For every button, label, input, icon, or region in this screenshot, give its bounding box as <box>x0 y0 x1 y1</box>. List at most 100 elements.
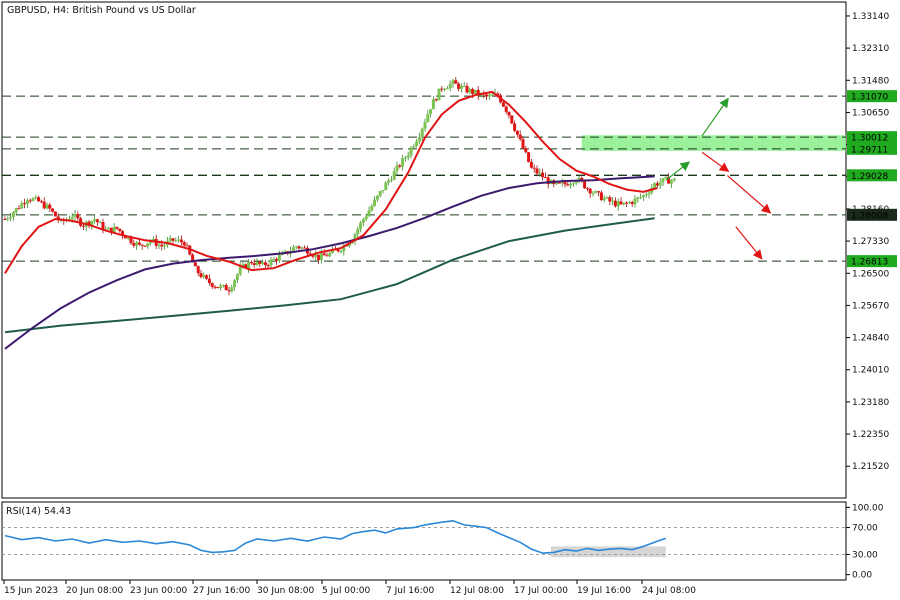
bear-candle <box>48 204 52 209</box>
bull-candle <box>247 262 251 269</box>
bear-candle <box>210 283 214 287</box>
bear-candle <box>566 184 570 186</box>
bear-candle <box>160 244 164 247</box>
bull-candle <box>653 183 657 188</box>
bear-candle <box>529 161 533 168</box>
bear-candle <box>37 197 41 202</box>
bear-candle <box>510 115 514 124</box>
bull-candle <box>647 192 651 195</box>
bear-candle <box>501 102 505 107</box>
bull-candle <box>636 197 640 199</box>
bull-candle <box>6 218 10 220</box>
bear-candle <box>543 177 547 179</box>
bull-candle <box>669 180 673 184</box>
bull-candle <box>403 157 407 159</box>
bear-candle <box>630 202 634 205</box>
bull-candle <box>490 94 494 96</box>
bull-candle <box>157 244 161 246</box>
price-tick-label: 1.32310 <box>852 44 889 54</box>
bull-candle <box>639 197 643 199</box>
bear-candle <box>585 188 589 190</box>
bull-candle <box>560 182 564 184</box>
bear-candle <box>51 208 55 212</box>
bull-candle <box>622 202 626 205</box>
bull-candle <box>174 240 178 242</box>
bull-candle <box>300 247 304 249</box>
bull-candle <box>269 259 273 266</box>
bull-candle <box>272 258 276 260</box>
bull-candle <box>9 217 13 219</box>
bull-candle <box>163 245 167 247</box>
price-tick-label: 1.33140 <box>852 12 889 22</box>
bull-candle <box>367 210 371 217</box>
bull-candle <box>261 262 265 264</box>
bull-candle <box>219 285 223 288</box>
level-label: 1.29711 <box>851 145 888 155</box>
bear-candle <box>224 284 228 291</box>
bear-candle <box>325 255 329 257</box>
bull-candle <box>538 172 542 174</box>
price-tick-label: 1.21520 <box>852 462 889 472</box>
bull-candle <box>644 194 648 196</box>
bull-candle <box>672 178 676 181</box>
bull-candle <box>616 201 620 207</box>
bull-candle <box>359 222 363 229</box>
bull-candle <box>429 109 433 115</box>
bull-candle <box>661 178 665 183</box>
bull-candle <box>378 191 382 196</box>
bull-candle <box>409 147 413 156</box>
bear-candle <box>275 258 279 261</box>
bull-candle <box>373 199 377 206</box>
chart: 1.331401.323101.314801.306501.298201.289… <box>1 1 897 596</box>
bull-candle <box>569 183 573 186</box>
bear-candle <box>23 203 27 205</box>
bull-candle <box>73 214 77 217</box>
bear-candle <box>597 191 601 193</box>
bear-candle <box>485 94 489 97</box>
bull-candle <box>591 192 595 194</box>
bear-candle <box>524 148 528 153</box>
bull-candle <box>664 176 668 179</box>
bear-candle <box>613 200 617 207</box>
bull-candle <box>555 182 559 185</box>
bear-candle <box>625 202 629 204</box>
price-tick-label: 1.24010 <box>852 366 889 376</box>
level-label: 1.29028 <box>851 172 888 182</box>
bull-candle <box>417 137 421 142</box>
chart-title: GBPUSD, H4: British Pound vs US Dollar <box>7 5 196 16</box>
rsi-label: RSI(14) 54.43 <box>6 506 71 517</box>
level-label: 1.31070 <box>851 93 888 103</box>
bull-candle <box>431 99 435 110</box>
rsi-tick-label: 0.00 <box>852 571 872 581</box>
bull-candle <box>392 171 396 180</box>
bull-candle <box>445 88 449 90</box>
bull-candle <box>202 275 206 278</box>
bull-candle <box>406 155 410 158</box>
bear-candle <box>535 168 539 174</box>
bear-candle <box>322 253 326 256</box>
bull-candle <box>238 266 242 275</box>
bear-candle <box>115 226 119 229</box>
bear-candle <box>527 152 531 162</box>
time-tick-label: 12 Jul 08:00 <box>450 586 504 596</box>
rsi-tick-label: 100.00 <box>852 503 884 513</box>
time-tick-label: 30 Jun 08:00 <box>257 586 314 596</box>
price-tick-label: 1.22350 <box>852 430 889 440</box>
bear-candle <box>17 208 21 210</box>
bull-candle <box>437 88 441 101</box>
bear-candle <box>454 80 458 84</box>
bull-candle <box>230 287 234 292</box>
price-tick-label: 1.27330 <box>852 237 889 247</box>
bull-candle <box>291 247 295 252</box>
bear-candle <box>557 182 561 184</box>
bull-candle <box>401 158 405 167</box>
bull-candle <box>443 88 447 90</box>
bear-candle <box>171 238 175 241</box>
bull-candle <box>641 195 645 198</box>
bear-candle <box>599 192 603 201</box>
bear-candle <box>132 243 136 246</box>
rsi-highlight-box <box>551 546 666 558</box>
bear-candle <box>252 263 256 265</box>
bull-candle <box>611 200 615 202</box>
bear-candle <box>185 245 189 247</box>
